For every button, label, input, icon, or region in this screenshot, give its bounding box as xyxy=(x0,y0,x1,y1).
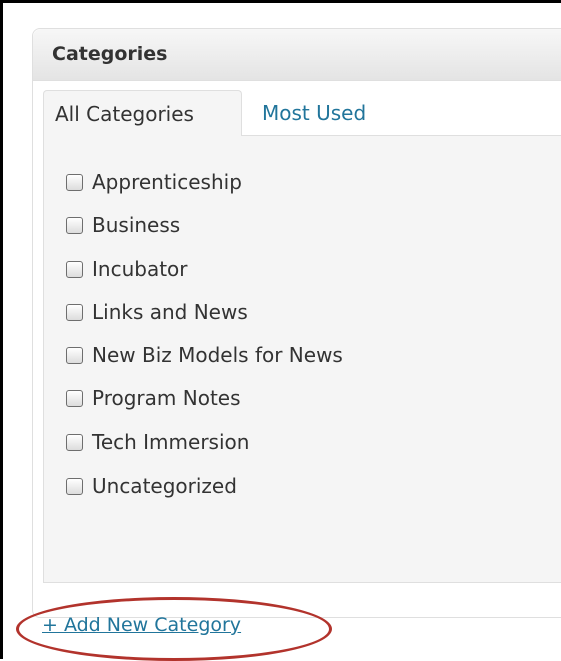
category-item-new-biz-models[interactable]: New Biz Models for News xyxy=(66,340,343,370)
category-checkbox[interactable] xyxy=(66,216,83,234)
categories-box-header: Categories xyxy=(33,29,561,81)
category-checkbox[interactable] xyxy=(66,303,83,321)
category-item-uncategorized[interactable]: Uncategorized xyxy=(66,471,237,501)
tab-most-used[interactable]: Most Used xyxy=(262,90,366,136)
category-item-apprenticeship[interactable]: Apprenticeship xyxy=(66,167,242,197)
category-label: Incubator xyxy=(92,257,188,281)
category-checkbox[interactable] xyxy=(66,433,83,451)
category-item-links-and-news[interactable]: Links and News xyxy=(66,297,248,327)
category-checkbox[interactable] xyxy=(66,260,83,278)
category-item-tech-immersion[interactable]: Tech Immersion xyxy=(66,427,249,457)
category-label: Tech Immersion xyxy=(92,430,250,454)
category-label: Links and News xyxy=(92,300,248,324)
category-checkbox[interactable] xyxy=(66,477,83,495)
category-label: Uncategorized xyxy=(92,474,237,498)
category-label: New Biz Models for News xyxy=(92,343,343,367)
category-item-incubator[interactable]: Incubator xyxy=(66,254,188,284)
category-label: Apprenticeship xyxy=(92,170,242,194)
category-checkbox[interactable] xyxy=(66,389,83,407)
category-label: Program Notes xyxy=(92,386,241,410)
category-label: Business xyxy=(92,213,181,237)
category-item-business[interactable]: Business xyxy=(66,210,180,240)
category-item-program-notes[interactable]: Program Notes xyxy=(66,383,241,413)
categories-box-title: Categories xyxy=(52,43,168,65)
category-checkbox[interactable] xyxy=(66,173,83,191)
category-checkbox[interactable] xyxy=(66,346,83,364)
tab-all-categories[interactable]: All Categories xyxy=(43,90,242,136)
add-new-category-link[interactable]: + Add New Category xyxy=(42,614,241,636)
